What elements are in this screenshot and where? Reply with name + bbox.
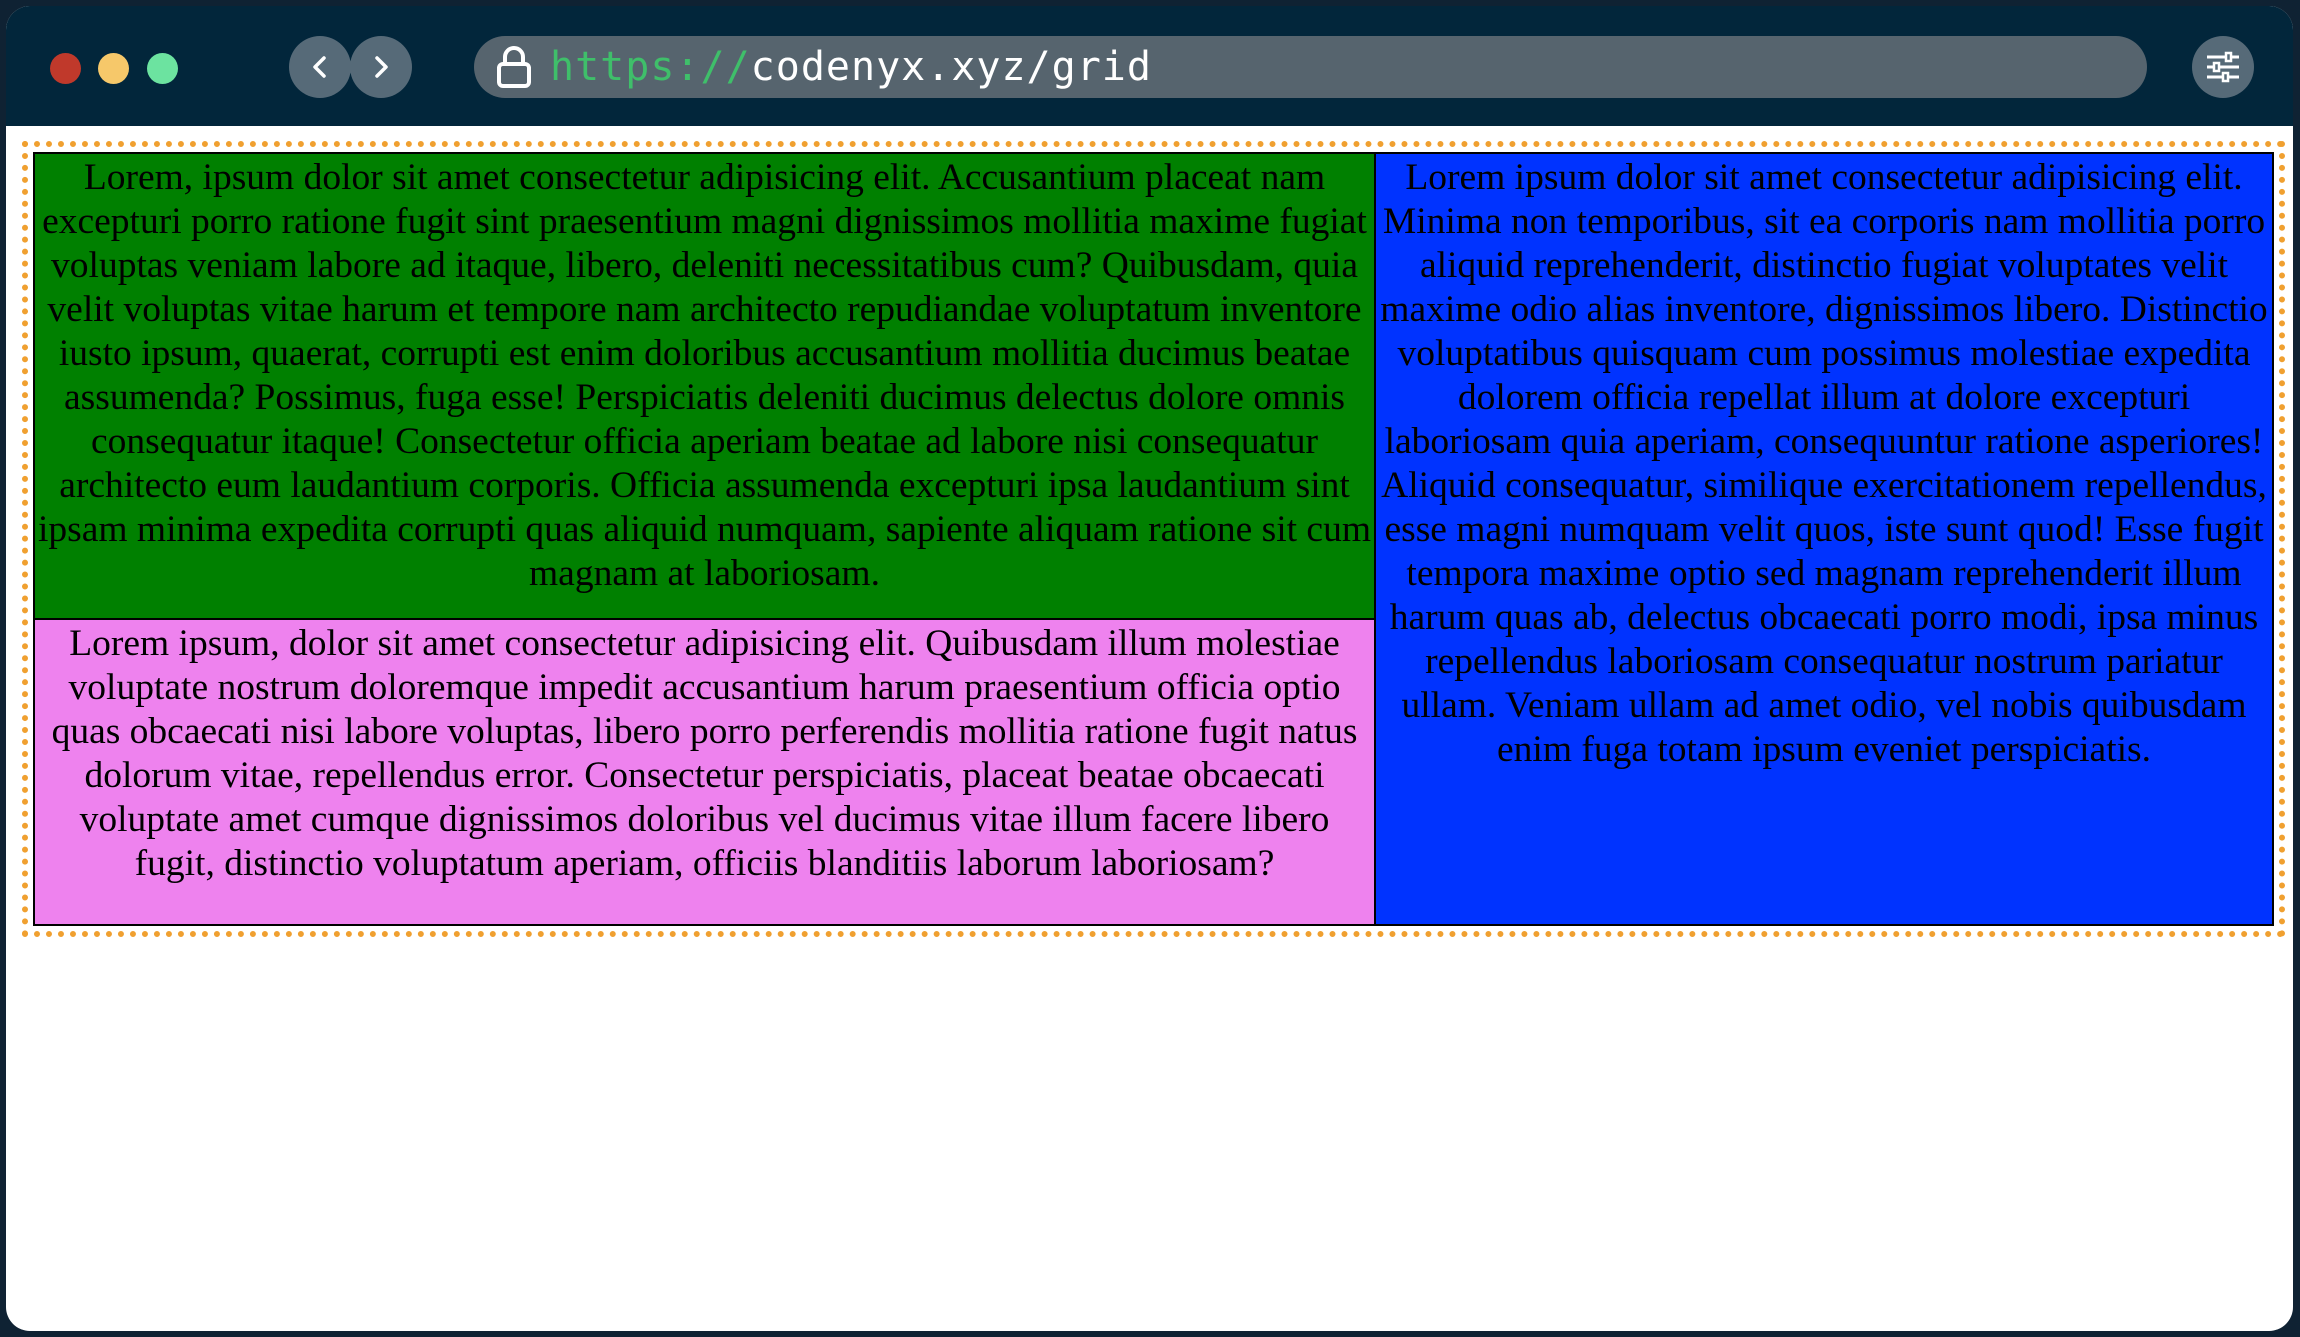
sliders-icon: [2207, 51, 2239, 83]
grid-cell-blue: Lorem ipsum dolor sit amet consectetur a…: [1376, 152, 2274, 926]
close-window-button[interactable]: [50, 53, 81, 84]
chevron-left-icon: [313, 56, 326, 78]
lock-icon: [494, 45, 538, 89]
url-text: https://codenyx.xyz/grid: [550, 44, 1152, 90]
settings-button[interactable]: [2192, 36, 2254, 98]
browser-titlebar: https://codenyx.xyz/grid: [6, 6, 2293, 126]
grid-cell-pink: Lorem ipsum, dolor sit amet consectetur …: [33, 620, 1376, 926]
back-button[interactable]: [289, 36, 351, 98]
browser-window: https://codenyx.xyz/grid Lorem, ipsum do…: [6, 6, 2293, 1331]
grid-cell-green: Lorem, ipsum dolor sit amet consectetur …: [33, 152, 1376, 620]
url-host: codenyx.xyz/grid: [750, 44, 1152, 90]
forward-button[interactable]: [350, 36, 412, 98]
maximize-window-button[interactable]: [147, 53, 178, 84]
address-bar[interactable]: https://codenyx.xyz/grid: [474, 36, 2147, 98]
minimize-window-button[interactable]: [98, 53, 129, 84]
grid-container: Lorem, ipsum dolor sit amet consectetur …: [22, 141, 2285, 937]
url-scheme: https://: [550, 44, 751, 90]
chevron-right-icon: [375, 56, 388, 78]
